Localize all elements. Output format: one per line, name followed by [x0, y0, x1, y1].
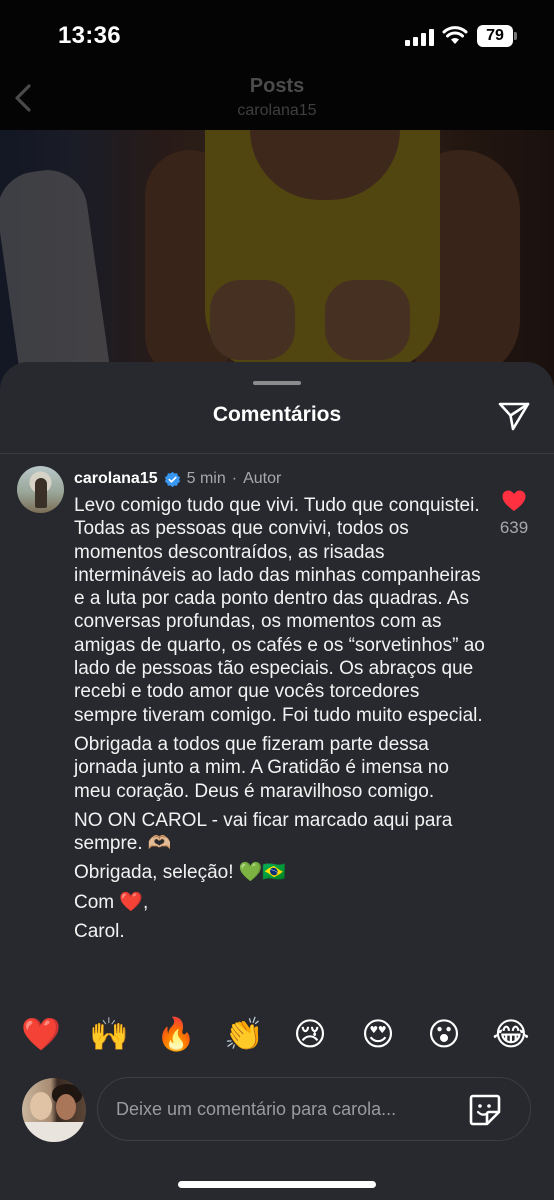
comment-text: Levo comigo tudo que vivi. Tudo que conq… [74, 494, 486, 949]
reaction-clapping[interactable]: 👏 [222, 1012, 266, 1056]
wifi-icon [442, 26, 468, 44]
battery-tip [514, 32, 517, 40]
cellular-signal-icon [405, 28, 434, 46]
commenter-avatar[interactable] [17, 466, 64, 513]
reaction-raised-hands[interactable]: 🙌 [87, 1012, 131, 1056]
page-title: Posts [249, 75, 305, 97]
sticker-icon[interactable] [467, 1092, 503, 1128]
reaction-surprised[interactable]: 😮 [422, 1012, 466, 1056]
comment-time: 5 min [186, 470, 226, 487]
comment-paragraph: Com ❤️, [74, 891, 149, 913]
heart-icon[interactable] [501, 489, 527, 513]
reaction-heart[interactable]: ❤️ [19, 1012, 63, 1056]
comment-paragraph: Obrigada, seleção! 💚🇧🇷 [74, 862, 287, 884]
comment-username[interactable]: carolana15 [74, 470, 158, 488]
comment-paragraph: Carol. [74, 921, 125, 943]
meta-separator: · [231, 470, 238, 487]
top-nav: Posts carolana15 [0, 72, 554, 130]
comment-composer: Deixe um comentário para carola... [0, 1074, 554, 1154]
comment-paragraph: Obrigada a todos que fizeram parte dessa… [74, 733, 449, 802]
home-indicator[interactable] [178, 1181, 376, 1188]
comment-input-placeholder: Deixe um comentário para carola... [116, 1099, 397, 1119]
sheet-grabber[interactable] [253, 381, 301, 385]
comment-item: carolana15 5 min · Autor Levo comigo tud… [0, 454, 554, 997]
sheet-title: Comentários [212, 403, 342, 426]
comment-paragraph: Levo comigo tudo que vivi. Tudo que conq… [74, 495, 485, 726]
my-avatar[interactable] [22, 1078, 86, 1142]
like-count: 639 [499, 518, 529, 537]
author-label: Autor [243, 470, 282, 487]
reaction-heart-eyes[interactable]: 😍 [356, 1012, 400, 1056]
verified-badge-icon [164, 471, 180, 487]
status-bar: 13:36 79 [0, 0, 554, 72]
reaction-laughing[interactable]: 😂 [489, 1012, 533, 1056]
comment-input[interactable]: Deixe um comentário para carola... [97, 1077, 531, 1141]
paper-plane-icon[interactable] [497, 400, 531, 432]
battery-indicator: 79 [477, 25, 513, 47]
reaction-fire[interactable]: 🔥 [154, 1012, 198, 1056]
quick-reactions: ❤️ 🙌 🔥 👏 😢 😍 😮 😂 [0, 1012, 554, 1062]
reaction-crying[interactable]: 😢 [288, 1012, 332, 1056]
comment-header: carolana15 5 min · Autor [74, 468, 281, 490]
comments-sheet: Comentários carolana15 5 min · Autor Lev… [0, 362, 554, 1200]
status-time: 13:36 [58, 22, 121, 49]
comment-paragraph: NO ON CAROL - vai ficar marcado aqui par… [74, 809, 453, 855]
page-subtitle: carolana15 [237, 102, 317, 119]
